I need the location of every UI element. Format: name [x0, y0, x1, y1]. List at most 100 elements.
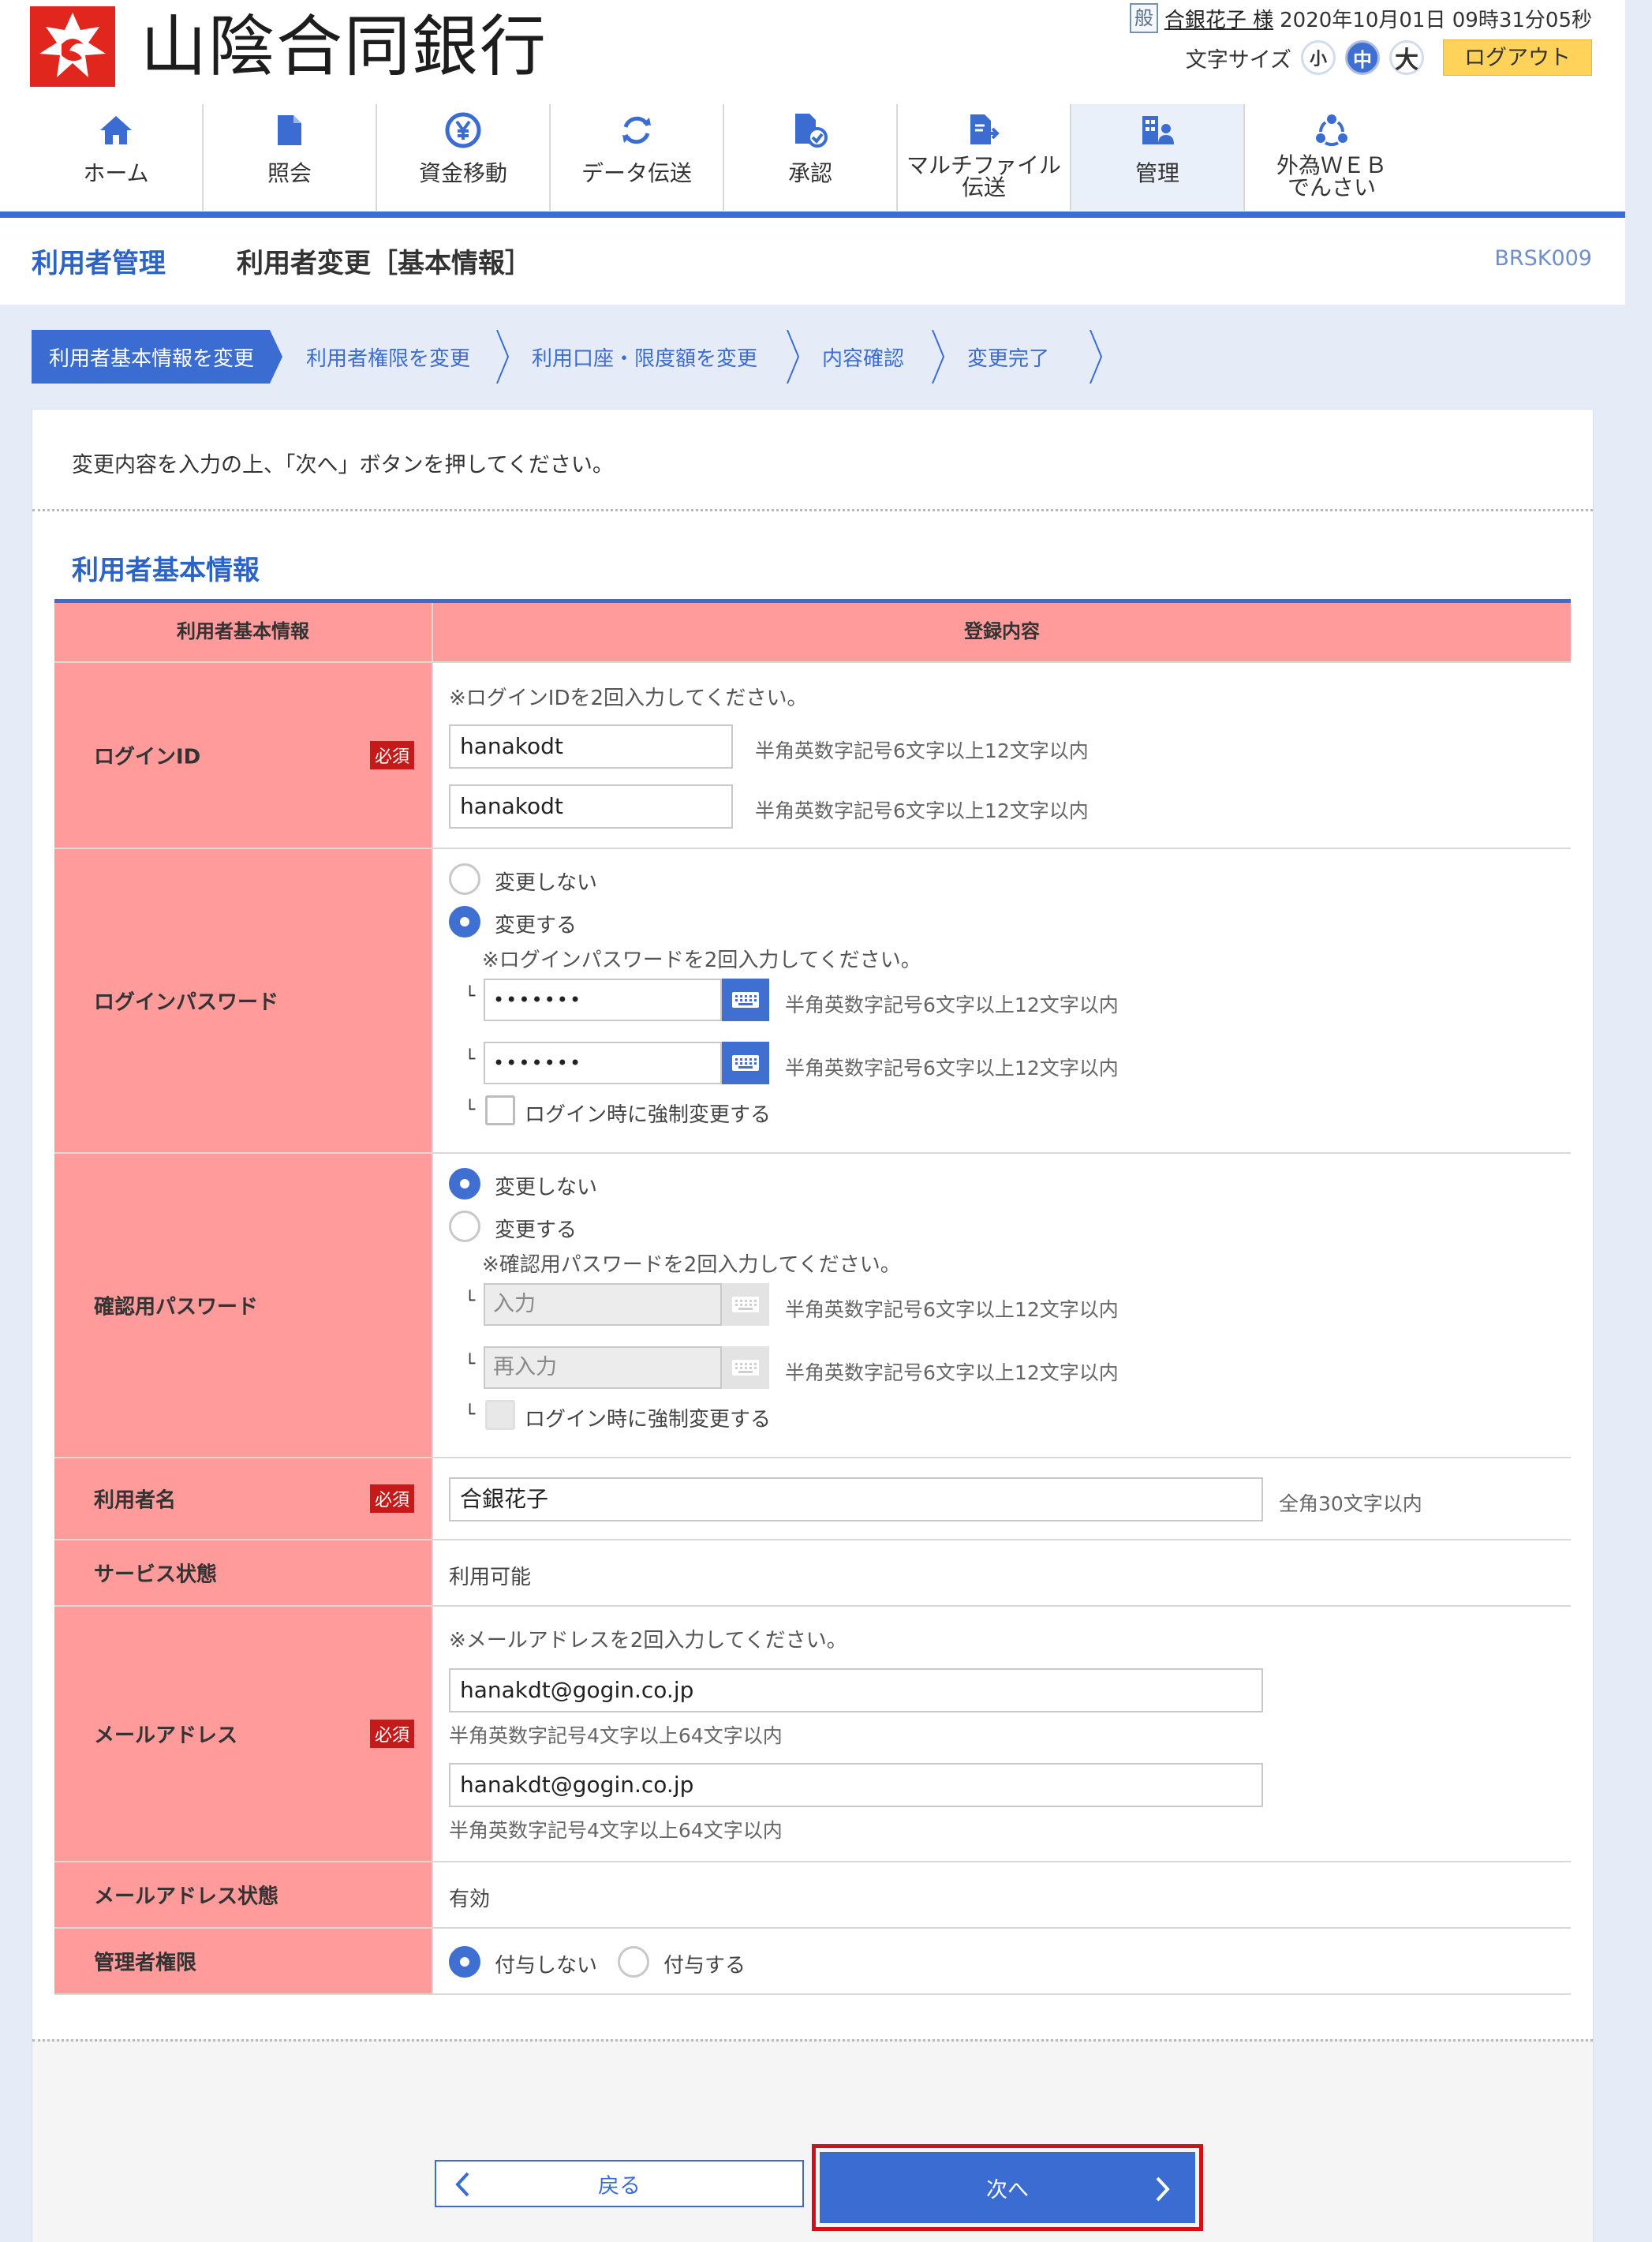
nav-multifile-transfer[interactable]: マルチファイル 伝送	[898, 104, 1071, 211]
required-badge: 必須	[369, 1484, 414, 1513]
chevron-right-icon	[1156, 2176, 1170, 2202]
row-login-password: ログインパスワード 変更しない 変更する ※ログインパスワードを2回入力してくだ…	[54, 849, 1571, 1154]
row-user-name: 利用者名 必須 合銀花子 全角30文字以内	[54, 1458, 1571, 1540]
login-pw-nochange-radio[interactable]	[449, 863, 480, 895]
user-name-input[interactable]: 合銀花子	[449, 1477, 1263, 1521]
step-2: 利用者権限を変更	[284, 330, 510, 384]
page-category: 利用者管理	[32, 248, 166, 279]
step-4: 内容確認	[800, 330, 945, 384]
admin-no-radio[interactable]	[449, 1946, 480, 1978]
logout-button[interactable]: ログアウト	[1443, 39, 1592, 76]
refresh-icon	[617, 110, 656, 150]
admin-no-label[interactable]: 付与しない	[495, 1949, 597, 1978]
bank-logo	[30, 6, 115, 87]
software-keyboard-button[interactable]	[722, 979, 769, 1021]
confirm-pw-change-label[interactable]: 変更する	[495, 1214, 577, 1243]
keyboard-icon	[732, 992, 759, 1008]
login-pw-hint: 半角英数字記号6文字以上12文字以内	[785, 994, 1119, 1016]
nav-home[interactable]: ホーム	[30, 104, 204, 211]
global-nav: ホーム 照会 資金移動 データ伝送 承認 マルチファイル 伝送 管理 外為ＷＥＢ…	[30, 104, 1418, 211]
tree-connector: └	[465, 1050, 476, 1069]
row-confirm-password: 確認用パスワード 変更しない 変更する ※確認用パスワードを2回入力してください…	[54, 1154, 1571, 1458]
login-pw-change-label[interactable]: 変更する	[495, 909, 577, 938]
login-pw-force-change-checkbox[interactable]	[485, 1095, 515, 1125]
mail-note: ※メールアドレスを2回入力してください。	[449, 1629, 847, 1652]
login-pw-change-radio[interactable]	[449, 906, 480, 938]
header: 山陰合同銀行 般 合銀花子 様 2020年10月01日 09時31分05秒 文字…	[0, 0, 1625, 218]
user-info: 般 合銀花子 様 2020年10月01日 09時31分05秒	[1129, 3, 1592, 33]
confirm-pw-change-radio[interactable]	[449, 1211, 480, 1242]
mail-confirm-input[interactable]: hanakdt@gogin.co.jp	[449, 1763, 1263, 1807]
mail-confirm-hint: 半角英数字記号4文字以上64文字以内	[449, 1819, 783, 1842]
login-id-note: ※ログインIDを2回入力してください。	[449, 687, 808, 710]
nav-forex-web[interactable]: 外為ＷＥＢ でんさい	[1245, 104, 1418, 211]
keyboard-icon	[732, 1297, 759, 1312]
software-keyboard-button-disabled	[722, 1283, 769, 1326]
confirm-pw-nochange-radio[interactable]	[449, 1168, 480, 1200]
mail-hint: 半角英数字記号4文字以上64文字以内	[449, 1724, 783, 1747]
font-size-large-button[interactable]: 大	[1389, 40, 1424, 75]
next-button[interactable]: 次へ	[820, 2152, 1195, 2223]
tree-connector: └	[465, 1354, 476, 1374]
back-button[interactable]: 戻る	[435, 2160, 804, 2207]
progress-steps: 利用者基本情報を変更 利用者権限を変更 利用口座・限度額を変更 内容確認 変更完…	[32, 330, 1103, 384]
chevron-left-icon	[455, 2172, 469, 2197]
login-pw-force-change-label[interactable]: ログイン時に強制変更する	[525, 1099, 771, 1128]
confirm-pw-force-change-label: ログイン時に強制変更する	[525, 1408, 772, 1432]
font-size-medium-button[interactable]: 中	[1345, 40, 1380, 75]
login-id-confirm-input[interactable]: hanakodt	[449, 784, 733, 829]
admin-icon	[1138, 110, 1177, 150]
nav-inquiry[interactable]: 照会	[204, 104, 377, 211]
nav-approval[interactable]: 承認	[724, 104, 898, 211]
login-id-input[interactable]: hanakodt	[449, 724, 733, 769]
nav-admin[interactable]: 管理	[1071, 104, 1245, 211]
label-mail-address: メールアドレス	[94, 1724, 238, 1748]
login-datetime: 2020年10月01日 09時31分05秒	[1280, 8, 1592, 32]
login-pw-confirm-input[interactable]: •••••••	[484, 1042, 722, 1084]
document-icon	[270, 110, 309, 150]
login-pw-nochange-label[interactable]: 変更しない	[495, 866, 597, 896]
service-status-value: 利用可能	[449, 1566, 532, 1589]
label-confirm-password: 確認用パスワード	[94, 1295, 259, 1319]
table-header-row: 利用者基本情報 登録内容	[54, 603, 1571, 663]
bank-name: 山陰合同銀行	[140, 8, 548, 85]
row-mail-address: メールアドレス 必須 ※メールアドレスを2回入力してください。 hanakdt@…	[54, 1607, 1571, 1862]
tree-connector: └	[465, 1100, 476, 1120]
confirm-pw-nochange-label[interactable]: 変更しない	[495, 1171, 597, 1200]
forex-icon	[1312, 110, 1351, 150]
label-admin-authority: 管理者権限	[94, 1951, 197, 1975]
label-service-status: サービス状態	[94, 1563, 218, 1587]
multifile-icon	[964, 110, 1004, 150]
admin-yes-label[interactable]: 付与する	[663, 1949, 746, 1978]
tree-connector: └	[465, 1405, 476, 1424]
header-label: 利用者基本情報	[54, 603, 433, 661]
login-pw-note: ※ログインパスワードを2回入力してください。	[482, 949, 921, 972]
confirm-pw-reenter-input: 再入力	[484, 1346, 722, 1389]
nav-underline	[0, 211, 1625, 218]
keyboard-icon	[732, 1360, 759, 1376]
nav-fund-transfer[interactable]: 資金移動	[377, 104, 551, 211]
main-panel: 変更内容を入力の上、「次へ」ボタンを押してください。 利用者基本情報 利用者基本…	[32, 409, 1594, 2242]
font-size-switcher: 文字サイズ 小 中 大 ログアウト	[1186, 39, 1592, 76]
keyboard-icon	[732, 1055, 759, 1071]
label-login-id: ログインID	[94, 745, 201, 769]
yen-transfer-icon	[443, 110, 483, 150]
software-keyboard-button[interactable]	[722, 1042, 769, 1084]
confirm-pw-force-change-checkbox	[485, 1400, 515, 1430]
step-1-current: 利用者基本情報を変更	[32, 330, 284, 384]
admin-yes-radio[interactable]	[618, 1946, 649, 1978]
header-value: 登録内容	[433, 603, 1571, 661]
row-admin-authority: 管理者権限 付与しない 付与する	[54, 1929, 1571, 1995]
font-size-small-button[interactable]: 小	[1301, 40, 1336, 75]
approval-icon	[790, 110, 830, 150]
row-service-status: サービス状態 利用可能	[54, 1540, 1571, 1607]
mail-input[interactable]: hanakdt@gogin.co.jp	[449, 1668, 1263, 1712]
label-mail-status: メールアドレス状態	[94, 1885, 279, 1909]
user-name-link[interactable]: 合銀花子 様	[1164, 4, 1273, 33]
nav-data-transfer[interactable]: データ伝送	[551, 104, 724, 211]
step-5: 変更完了	[945, 330, 1103, 384]
login-pw-input[interactable]: •••••••	[484, 979, 722, 1021]
login-id-confirm-hint: 半角英数字記号6文字以上12文字以内	[755, 799, 1089, 822]
required-badge: 必須	[369, 741, 414, 769]
step-3: 利用口座・限度額を変更	[510, 330, 800, 384]
